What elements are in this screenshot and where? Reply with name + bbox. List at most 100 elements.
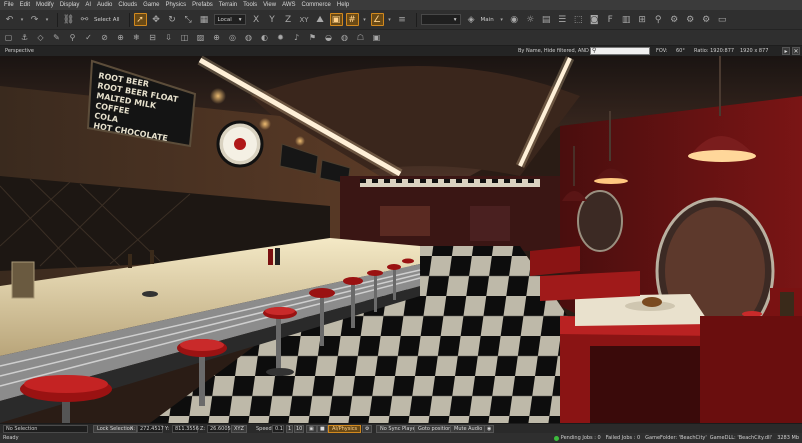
terrain-select-icon[interactable]: ▦ (198, 13, 211, 26)
prefab-icon[interactable]: ▨ (195, 32, 206, 43)
unlink-icon[interactable]: ⚯ (78, 13, 91, 26)
link-icon[interactable]: ⛓ (62, 13, 75, 26)
link-entity-icon[interactable]: ✎ (51, 32, 62, 43)
menu-aws[interactable]: AWS (282, 2, 295, 8)
speed-10-button[interactable]: 10 (294, 425, 305, 433)
mask-icon[interactable]: ◒ (323, 32, 334, 43)
menu-help[interactable]: Help (337, 2, 349, 8)
rotate-tool-icon[interactable]: ↻ (166, 13, 179, 26)
search-icon[interactable]: ⚲ (67, 32, 78, 43)
speed-1-button[interactable]: 1 (286, 425, 294, 433)
ai-point-icon[interactable]: ◍ (243, 32, 254, 43)
x-coordinate-input[interactable]: 272.4517 (137, 425, 164, 433)
layer-dropdown-icon[interactable]: ▾ (499, 13, 505, 26)
camera-icon[interactable]: ▣ (306, 425, 317, 433)
track-view-icon[interactable]: ⊞ (636, 13, 649, 26)
redo-dropdown-icon[interactable]: ▾ (44, 13, 50, 26)
camera-icon[interactable]: ◙ (588, 13, 601, 26)
globe-icon[interactable]: ◍ (339, 32, 350, 43)
settings-icon[interactable]: ⚙ (362, 425, 373, 433)
audio-icon[interactable]: ♪ (291, 32, 302, 43)
viewport-maximize-icon[interactable]: ✕ (792, 47, 800, 55)
redo-icon[interactable]: ↷ (28, 13, 41, 26)
crosshair-icon[interactable]: ⊕ (211, 32, 222, 43)
select-tool-icon[interactable]: ➚ (133, 13, 147, 26)
xyz-toggle-button[interactable]: XYZ (231, 425, 247, 433)
physics-icon[interactable]: ◉ (508, 13, 521, 26)
snap-dropdown-icon[interactable]: ▾ (362, 13, 368, 26)
menu-audio[interactable]: Audio (97, 2, 112, 8)
snap-to-grid-icon[interactable]: ▣ (329, 13, 343, 26)
move-tool-icon[interactable]: ✥ (150, 13, 163, 26)
grid-icon[interactable]: # (345, 13, 359, 26)
mute-audio-button[interactable]: Mute Audio (450, 425, 487, 433)
menu-file[interactable]: File (4, 2, 14, 8)
material-icon[interactable]: ▥ (620, 13, 633, 26)
entity-icon[interactable]: ⚓ (19, 32, 30, 43)
lighting-icon[interactable]: ☼ (524, 13, 537, 26)
ruler-icon[interactable]: ≡ (396, 13, 409, 26)
navigation-icon[interactable]: ◎ (227, 32, 238, 43)
menu-view[interactable]: View (263, 2, 276, 8)
unhide-icon[interactable]: ⊕ (115, 32, 126, 43)
fog-icon[interactable]: ▣ (371, 32, 382, 43)
undo-dropdown-icon[interactable]: ▾ (19, 13, 25, 26)
viewport-3d[interactable]: ROOT BEER ROOT BEER FLOAT MALTED MILK CO… (0, 56, 802, 423)
script-icon[interactable]: F (604, 13, 617, 26)
ai-physics-button[interactable]: AI/Physics (328, 425, 362, 433)
axis-xy-button[interactable]: XY (298, 13, 311, 26)
select-all-button[interactable]: Select All (94, 17, 120, 23)
selection-set-dropdown[interactable]: ▾ (420, 14, 461, 25)
fov-value[interactable]: 60° (676, 48, 685, 54)
menu-tools[interactable]: Tools (243, 2, 257, 8)
speed-input[interactable]: 0.1 (272, 425, 284, 433)
align-icon[interactable]: ⊟ (147, 32, 158, 43)
menu-terrain[interactable]: Terrain (219, 2, 237, 8)
axis-z-button[interactable]: Z (282, 13, 295, 26)
tools-icon[interactable]: ⚙ (700, 13, 713, 26)
flowgraph-icon[interactable]: ⚲ (652, 13, 665, 26)
coord-space-dropdown[interactable]: Local ▾ (213, 14, 246, 25)
viewport-options-icon[interactable]: ▸ (782, 47, 790, 55)
layer-icon[interactable]: ◈ (465, 13, 478, 26)
menu-modify[interactable]: Modify (36, 2, 54, 8)
grid-settings-icon[interactable]: ▤ (540, 13, 553, 26)
group-icon[interactable]: ◫ (179, 32, 190, 43)
menu-physics[interactable]: Physics (165, 2, 186, 8)
axis-x-button[interactable]: X (250, 13, 263, 26)
console-icon[interactable]: ▭ (716, 13, 729, 26)
light-icon[interactable]: ◐ (259, 32, 270, 43)
viewport-name[interactable]: Perspective (5, 48, 34, 54)
terrain-follow-icon[interactable]: ⛰ (314, 13, 327, 26)
menu-display[interactable]: Display (60, 2, 80, 8)
freeze-icon[interactable]: ❄ (131, 32, 142, 43)
bookmark-icon[interactable]: ⚑ (307, 32, 318, 43)
vr-icon[interactable]: ◉ (484, 425, 495, 433)
object-list-icon[interactable]: ☰ (556, 13, 569, 26)
menu-ai[interactable]: AI (85, 2, 91, 8)
settings-icon[interactable]: ⚙ (684, 13, 697, 26)
menu-clouds[interactable]: Clouds (118, 2, 137, 8)
shape-icon[interactable]: ◇ (35, 32, 46, 43)
drop-icon[interactable]: ⇩ (163, 32, 174, 43)
menu-edit[interactable]: Edit (20, 2, 30, 8)
y-coordinate-input[interactable]: 811.3556 (172, 425, 199, 433)
stop-icon[interactable]: ■ (317, 425, 328, 433)
sun-icon[interactable]: ✹ (275, 32, 286, 43)
angle-snap-icon[interactable]: ∠ (370, 13, 384, 26)
pin-icon[interactable]: ✓ (83, 32, 94, 43)
menu-game[interactable]: Game (143, 2, 159, 8)
menu-prefabs[interactable]: Prefabs (192, 2, 213, 8)
scale-tool-icon[interactable]: ⤡ (182, 13, 195, 26)
particles-icon[interactable]: ⚙ (668, 13, 681, 26)
brush-icon[interactable]: ▢ (3, 32, 14, 43)
axis-y-button[interactable]: Y (266, 13, 279, 26)
undo-icon[interactable]: ↶ (3, 13, 16, 26)
hide-icon[interactable]: ⊘ (99, 32, 110, 43)
viewport-search-input[interactable]: ⚲ (590, 47, 650, 55)
z-coordinate-input[interactable]: 26.6005 (207, 425, 231, 433)
angle-dropdown-icon[interactable]: ▾ (387, 13, 393, 26)
camera-pos-icon[interactable]: ☖ (355, 32, 366, 43)
menu-commerce[interactable]: Commerce (302, 2, 331, 8)
objects-icon[interactable]: ⬚ (572, 13, 585, 26)
